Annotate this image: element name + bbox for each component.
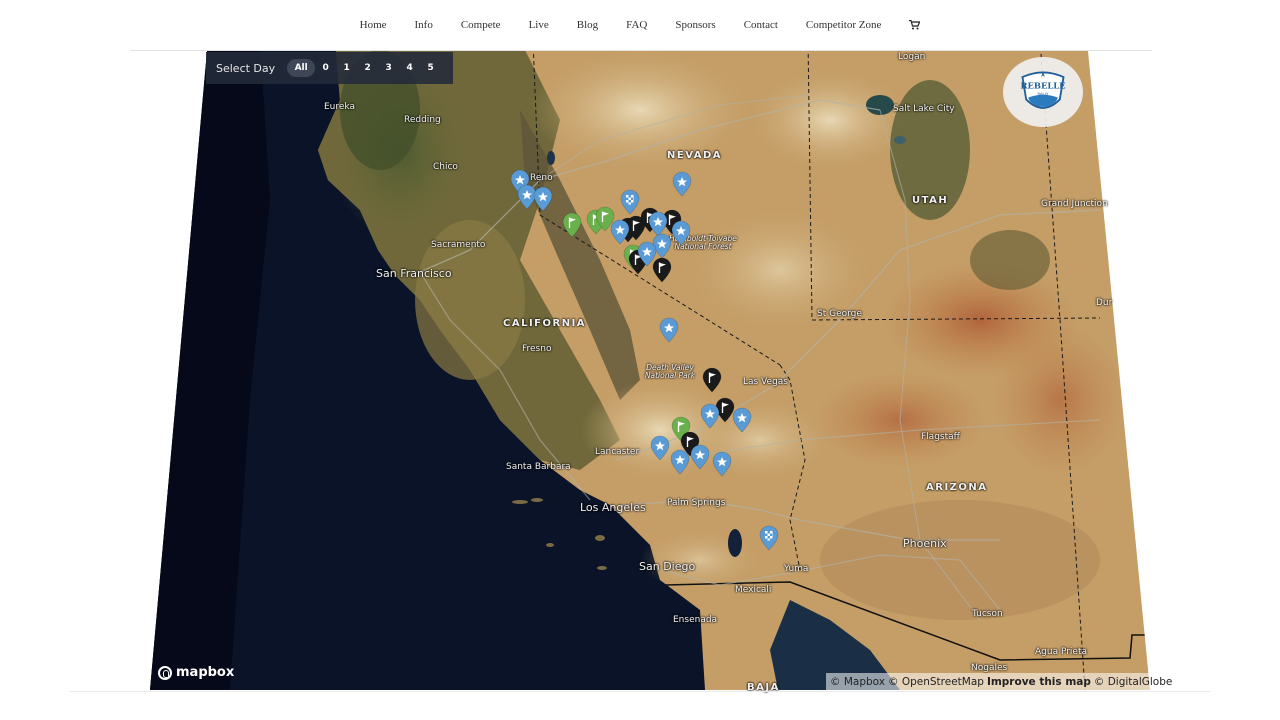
nav-item-competitor-zone[interactable]: Competitor Zone (806, 19, 881, 31)
day-option-4[interactable]: 4 (399, 59, 420, 77)
label-flagstaff: Flagstaff (921, 432, 960, 442)
star-marker-icon[interactable] (732, 407, 752, 433)
map-canvas[interactable]: Eureka Redding Chico Reno Sacramento San… (0, 0, 1280, 720)
label-grand-junction: Grand Junction (1041, 199, 1108, 209)
day-option-0[interactable]: 0 (315, 59, 336, 77)
svg-text:RALLY: RALLY (1038, 92, 1050, 96)
mapbox-logo[interactable]: mapbox (158, 665, 234, 680)
label-st-george: St George (817, 309, 862, 319)
select-day-panel: Select Day All 0 1 2 3 4 5 (206, 52, 453, 84)
star-marker-icon[interactable] (712, 451, 732, 477)
nav-item-info[interactable]: Info (415, 19, 433, 31)
mapbox-wordmark: mapbox (176, 665, 235, 680)
label-nevada: NEVADA (667, 150, 723, 161)
rebelle-rally-logo[interactable]: REBELLE RALLY (1003, 57, 1083, 127)
label-logan: Logan (898, 52, 926, 62)
rebelle-shield-icon: REBELLE RALLY (1021, 71, 1066, 109)
shopping-cart-icon[interactable] (909, 20, 921, 30)
nav-item-faq[interactable]: FAQ (626, 19, 647, 31)
map-attribution: © Mapbox © OpenStreetMap Improve this ma… (826, 673, 1172, 690)
label-sacramento: Sacramento (431, 240, 486, 250)
label-fresno: Fresno (522, 344, 552, 354)
nav-item-compete[interactable]: Compete (461, 19, 501, 31)
top-navigation: Home Info Compete Live Blog FAQ Sponsors… (0, 0, 1280, 50)
label-dur: Dur (1096, 298, 1113, 308)
label-reno: Reno (530, 173, 553, 183)
attrib-digitalglobe-link[interactable]: © DigitalGlobe (1094, 676, 1173, 688)
label-redding: Redding (404, 115, 441, 125)
label-tucson: Tucson (972, 609, 1003, 619)
star-marker-icon[interactable] (637, 241, 657, 267)
svg-text:REBELLE: REBELLE (1021, 80, 1066, 90)
label-california: CALIFORNIA (503, 318, 587, 329)
label-san-diego: San Diego (639, 560, 696, 573)
day-option-3[interactable]: 3 (378, 59, 399, 77)
mapbox-icon (158, 665, 172, 680)
label-palm-springs: Palm Springs (667, 498, 726, 508)
label-yuma: Yuma (784, 564, 809, 574)
label-los-angeles: Los Angeles (580, 501, 646, 514)
nav-item-sponsors[interactable]: Sponsors (675, 19, 715, 31)
label-santa-barbara: Santa Barbara (506, 462, 571, 472)
green_flag-marker-icon[interactable] (562, 212, 582, 238)
label-death-valley: Death Valley National Park (644, 363, 696, 380)
checkered-marker-icon[interactable] (620, 189, 640, 215)
star-marker-icon[interactable] (648, 211, 668, 237)
label-utah: UTAH (912, 195, 949, 206)
label-eureka: Eureka (324, 102, 355, 112)
star-marker-icon[interactable] (690, 444, 710, 470)
nav-menu: Home Info Compete Live Blog FAQ Sponsors… (346, 19, 935, 31)
nav-item-blog[interactable]: Blog (577, 19, 598, 31)
label-chico: Chico (433, 162, 458, 172)
label-las-vegas: Las Vegas (743, 377, 788, 387)
star-marker-icon[interactable] (671, 220, 691, 246)
start-marker-icon[interactable] (702, 367, 722, 393)
day-option-5[interactable]: 5 (420, 59, 441, 77)
label-mexicali: Mexicali (735, 585, 772, 595)
attrib-mapbox-link[interactable]: © Mapbox (830, 676, 885, 688)
label-salt-lake-city: Salt Lake City (893, 104, 955, 114)
star-marker-icon[interactable] (672, 171, 692, 197)
label-agua-prieta: Agua Prieta (1035, 647, 1088, 657)
star-marker-icon[interactable] (700, 403, 720, 429)
star-marker-icon[interactable] (650, 435, 670, 461)
nav-item-contact[interactable]: Contact (744, 19, 778, 31)
select-day-label: Select Day (216, 61, 276, 75)
label-san-francisco: San Francisco (376, 267, 452, 280)
checkered-marker-icon[interactable] (759, 525, 779, 551)
nav-item-home[interactable]: Home (360, 19, 387, 31)
footer-divider (70, 691, 1210, 692)
day-option-all[interactable]: All (287, 59, 316, 77)
star-marker-icon[interactable] (659, 317, 679, 343)
nav-item-live[interactable]: Live (529, 19, 549, 31)
label-lancaster: Lancaster (595, 447, 640, 457)
label-ensenada: Ensenada (673, 615, 718, 625)
day-option-1[interactable]: 1 (336, 59, 357, 77)
star-marker-icon[interactable] (610, 219, 630, 245)
star-marker-icon[interactable] (533, 186, 553, 212)
nav-divider (130, 50, 1152, 51)
satellite-map (150, 51, 1150, 690)
label-phoenix: Phoenix (903, 537, 947, 550)
improve-map-link[interactable]: Improve this map (987, 676, 1091, 688)
label-arizona: ARIZONA (926, 482, 988, 493)
label-nogales: Nogales (971, 663, 1008, 673)
attrib-osm-link[interactable]: © OpenStreetMap (888, 676, 984, 688)
day-option-2[interactable]: 2 (357, 59, 378, 77)
star-marker-icon[interactable] (670, 449, 690, 475)
